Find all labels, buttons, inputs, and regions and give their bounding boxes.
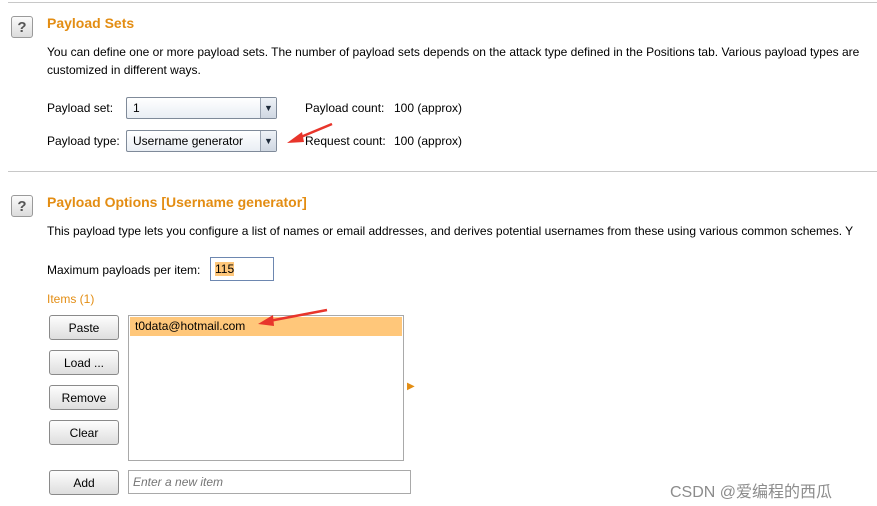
new-item-input[interactable] (128, 470, 411, 494)
add-button[interactable]: Add (49, 470, 119, 495)
max-payloads-value: 115 (215, 262, 235, 276)
max-payloads-label: Maximum payloads per item: (47, 263, 201, 277)
list-item-label: t0data@hotmail.com (135, 319, 246, 333)
payload-type-value: Username generator (133, 134, 244, 148)
payload-type-select[interactable]: Username generator ▼ (126, 130, 277, 152)
section-divider (8, 171, 877, 172)
load-button[interactable]: Load ... (49, 350, 119, 375)
chevron-down-icon: ▼ (260, 131, 276, 151)
payload-sets-description-line1: You can define one or more payload sets.… (47, 45, 860, 59)
annotation-arrow-icon (287, 122, 333, 143)
payload-type-label: Payload type: (47, 134, 120, 148)
items-label: Items (1) (47, 292, 95, 306)
annotation-arrow-icon (258, 308, 328, 326)
payload-sets-help-icon[interactable]: ? (11, 16, 33, 38)
payload-set-select[interactable]: 1 ▼ (126, 97, 277, 119)
items-list[interactable]: t0data@hotmail.com (128, 315, 404, 461)
payload-set-label: Payload set: (47, 101, 114, 115)
request-count-value: 100 (approx) (394, 134, 463, 148)
chevron-down-icon: ▼ (260, 98, 276, 118)
clear-button[interactable]: Clear (49, 420, 119, 445)
expand-arrow-icon[interactable]: ▶ (407, 381, 415, 392)
payload-sets-title: Payload Sets (47, 15, 135, 31)
payload-sets-description-line2: customized in different ways. (47, 63, 201, 77)
payload-options-title: Payload Options [Username generator] (47, 194, 307, 210)
watermark: CSDN @爱编程的西瓜 (670, 484, 833, 501)
paste-button[interactable]: Paste (49, 315, 119, 340)
payload-set-value: 1 (133, 101, 140, 115)
payload-options-help-icon[interactable]: ? (11, 195, 33, 217)
payload-count-label: Payload count: (305, 101, 385, 115)
payload-options-description: This payload type lets you configure a l… (47, 224, 854, 238)
remove-button[interactable]: Remove (49, 385, 119, 410)
payload-count-value: 100 (approx) (394, 101, 463, 115)
top-divider (8, 2, 877, 3)
max-payloads-field[interactable]: 115 (210, 257, 274, 281)
